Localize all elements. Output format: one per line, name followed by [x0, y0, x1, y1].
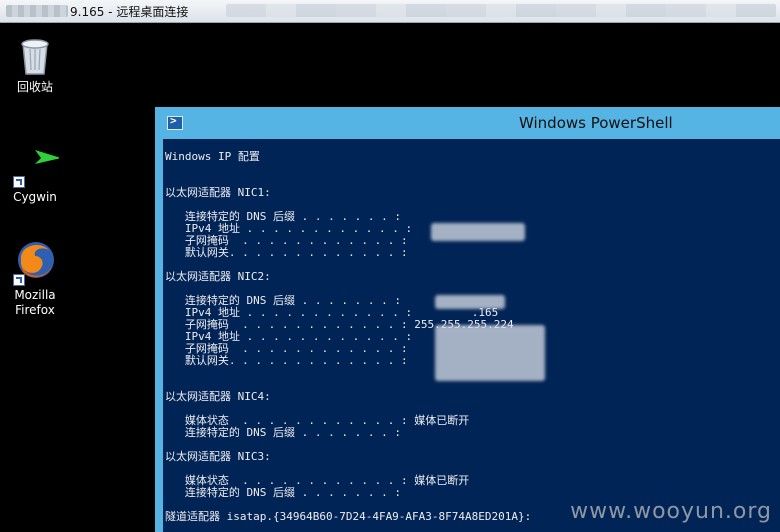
firefox-icon	[11, 238, 59, 286]
powershell-console[interactable]: Windows IP 配置 以太网适配器 NIC1: 连接特定的 DNS 后缀 …	[163, 139, 780, 532]
powershell-titlebar[interactable]: Windows PowerShell	[155, 107, 780, 139]
cygwin-icon	[11, 140, 61, 188]
redacted-ip	[435, 325, 545, 381]
rdp-connection-bar[interactable]: 9.165 - 远程桌面连接	[0, 0, 780, 23]
desktop-icon-label: 回收站	[16, 80, 53, 94]
shortcut-arrow-icon	[13, 274, 25, 286]
redacted-ip	[435, 295, 505, 309]
rdp-title: 9.165 - 远程桌面连接	[70, 4, 189, 19]
powershell-title: Windows PowerShell	[519, 114, 673, 132]
desktop-icon-label: Cygwin	[13, 190, 57, 204]
powershell-window[interactable]: Windows PowerShell Windows IP 配置 以太网适配器 …	[155, 107, 780, 532]
redacted-ip	[431, 223, 525, 241]
shortcut-arrow-icon	[13, 176, 25, 188]
blurred-tabs	[226, 4, 776, 17]
desktop-icon-cygwin[interactable]: Cygwin	[0, 140, 70, 205]
watermark: www.wooyun.org	[570, 499, 772, 524]
desktop-icon-recycle-bin[interactable]: 回收站	[0, 30, 70, 95]
redacted-host	[6, 5, 68, 17]
desktop-icon-firefox[interactable]: Mozilla Firefox	[0, 238, 70, 318]
powershell-icon[interactable]	[167, 114, 183, 130]
recycle-bin-icon	[11, 30, 59, 78]
desktop-icon-label: Mozilla Firefox	[14, 288, 56, 317]
